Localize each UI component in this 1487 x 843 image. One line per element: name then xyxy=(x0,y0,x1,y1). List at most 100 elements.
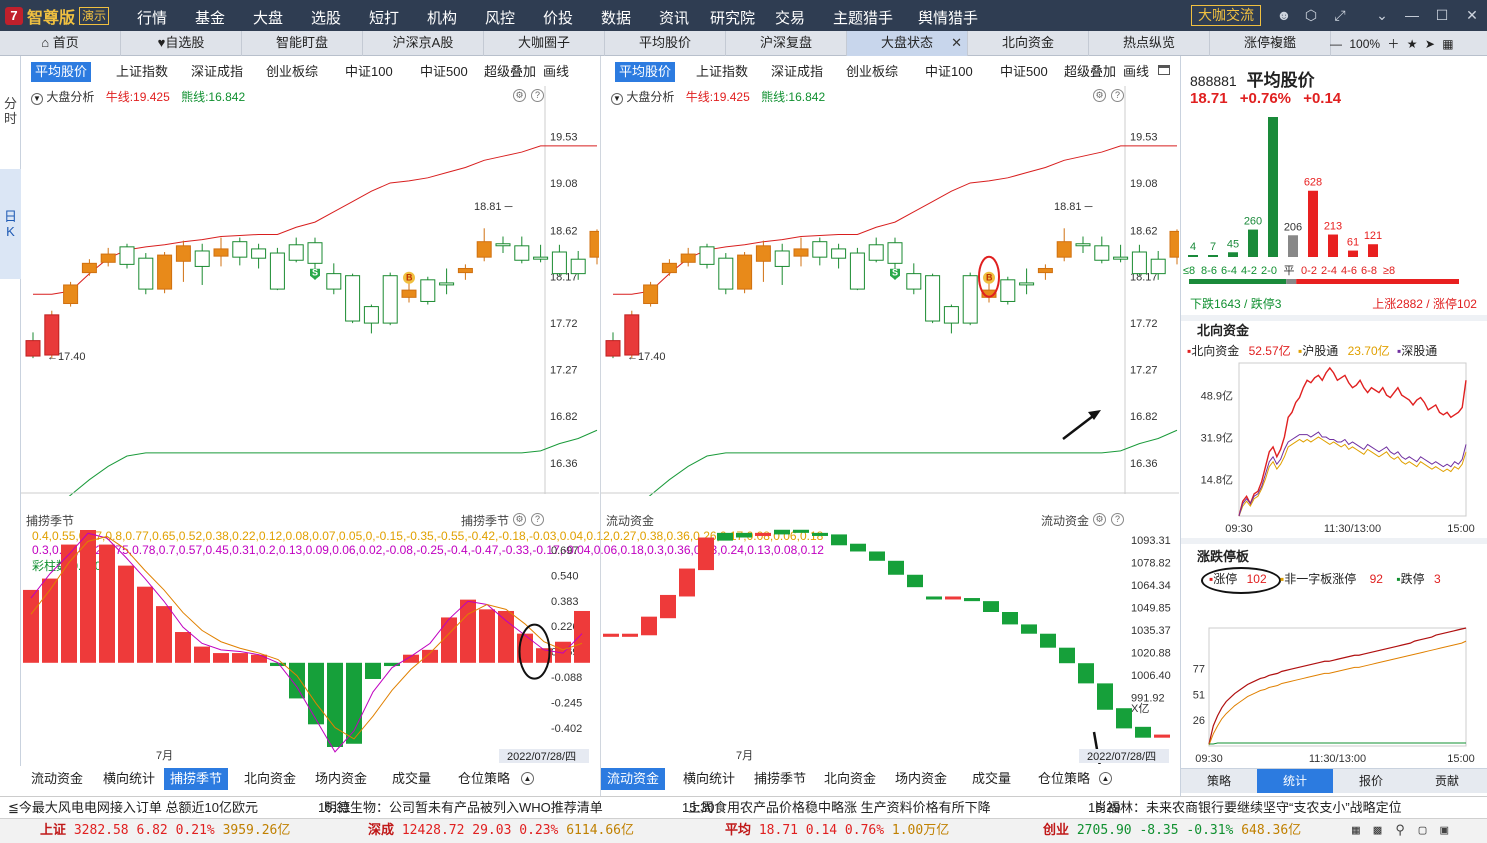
price-tick: 16.82 xyxy=(1130,411,1158,423)
tab-limit-review[interactable]: 涨停複鑑 xyxy=(1210,31,1331,56)
season-bar xyxy=(175,632,191,663)
index-avg[interactable]: 平均 18.71 0.14 0.76% 1.00万亿 xyxy=(725,819,949,843)
shrink-icon[interactable]: ⤢ xyxy=(1332,7,1348,23)
tab-a-shares[interactable]: 沪深京A股 xyxy=(363,31,484,56)
value-tick: 1093.31 xyxy=(1131,535,1171,547)
value-tick: 0.540 xyxy=(551,570,579,582)
btab-floor-funds[interactable]: 场内资金 xyxy=(889,768,953,790)
btab-floor-funds[interactable]: 场内资金 xyxy=(309,768,373,790)
star-icon[interactable]: ★ xyxy=(1407,37,1418,51)
season-bar xyxy=(99,544,115,663)
tab-northbound[interactable]: 北向资金 xyxy=(968,31,1089,56)
candle-body xyxy=(699,246,715,265)
menu-item[interactable]: 选股 xyxy=(311,7,341,28)
zoom-in-icon[interactable]: ＋ xyxy=(1387,37,1399,51)
candle-body xyxy=(589,230,599,258)
search-icon[interactable]: ⚲ xyxy=(1395,823,1405,838)
btab-season[interactable]: 捕捞季节 xyxy=(164,768,229,790)
menu-item[interactable]: 机构 xyxy=(427,7,457,28)
rtab-strategy[interactable]: 策略 xyxy=(1181,769,1257,793)
btab-horizontal[interactable]: 横向统计 xyxy=(677,768,741,790)
index-cyb[interactable]: 创业 2705.90 -8.35 -0.31% 648.36亿 xyxy=(1043,819,1301,843)
tab-home[interactable]: ⌂ 首页 xyxy=(0,31,121,56)
close-icon[interactable]: ✕ xyxy=(1464,7,1480,23)
menu-item[interactable]: 研究院 xyxy=(710,7,755,28)
rtab-contribution[interactable]: 贡献 xyxy=(1409,769,1485,793)
tab-watchlist[interactable]: ♥自选股 xyxy=(121,31,242,56)
btab-northbound[interactable]: 北向资金 xyxy=(818,768,882,790)
btab-volume[interactable]: 成交量 xyxy=(386,768,437,790)
menu-item[interactable]: 风控 xyxy=(485,7,515,28)
rtab-quote[interactable]: 报价 xyxy=(1333,769,1409,793)
menu-item[interactable]: 行情 xyxy=(137,7,167,28)
month-label: 7月 xyxy=(156,750,173,762)
price-tick: 16.36 xyxy=(550,458,578,470)
period-intraday[interactable]: 分时 xyxy=(0,96,21,126)
menu-item[interactable]: 短打 xyxy=(369,7,399,28)
index-sz[interactable]: 深成 12428.72 29.03 0.23% 6114.66亿 xyxy=(368,819,634,843)
layout-icon[interactable]: ▦ xyxy=(1442,37,1453,51)
pin-icon[interactable]: ➤ xyxy=(1425,37,1435,51)
north-title: 北向资金 xyxy=(1197,323,1250,338)
menu-item[interactable]: 大盘 xyxy=(253,7,283,28)
rtab-stats[interactable]: 统计 xyxy=(1257,769,1333,793)
menu-item[interactable]: 价投 xyxy=(543,7,573,28)
menu-item[interactable]: 交易 xyxy=(775,7,805,28)
candle-body xyxy=(962,275,978,324)
flat-share-bar xyxy=(1286,279,1297,284)
btab-volume[interactable]: 成交量 xyxy=(966,768,1017,790)
settings-icon[interactable]: ⬡ xyxy=(1303,7,1319,23)
expand-up-icon[interactable]: ▲ xyxy=(1099,772,1112,785)
sell-signal-label: S xyxy=(312,268,318,278)
btab-northbound[interactable]: 北向资金 xyxy=(238,768,302,790)
liquidity-block xyxy=(774,529,790,535)
lock-icon[interactable]: ▣ xyxy=(1440,823,1448,838)
candle-body xyxy=(680,253,696,263)
tab-review[interactable]: 沪深复盘 xyxy=(726,31,847,56)
tab-market-status[interactable]: 大盘状态 ✕ xyxy=(847,31,968,56)
candle-body xyxy=(906,273,922,290)
btab-horizontal[interactable]: 横向统计 xyxy=(97,768,161,790)
tab-smart-watch[interactable]: 智能盯盘 xyxy=(242,31,363,56)
liquidity-block xyxy=(755,532,771,536)
big-cafe-button[interactable]: 大咖交流 xyxy=(1191,5,1261,26)
menu-item[interactable]: 主题猎手 xyxy=(833,7,893,28)
index-sh[interactable]: 上证 3282.58 6.82 0.21% 3959.26亿 xyxy=(40,819,290,843)
chevron-down-icon[interactable]: ⌄ xyxy=(1374,7,1390,23)
tab-hotspots[interactable]: 热点纵览 xyxy=(1089,31,1210,56)
candle-body xyxy=(1019,282,1035,286)
btab-liquidity[interactable]: 流动资金 xyxy=(601,768,666,790)
liquidity-block xyxy=(698,537,714,571)
menu-item[interactable]: 基金 xyxy=(195,7,225,28)
candle-body xyxy=(831,248,847,259)
time-label: 09:30 xyxy=(1195,753,1223,765)
user-icon[interactable]: ☻ xyxy=(1276,7,1292,23)
menu-item[interactable]: 数据 xyxy=(601,7,631,28)
btab-position[interactable]: 仓位策略 xyxy=(1032,768,1096,790)
btab-liquidity[interactable]: 流动资金 xyxy=(25,768,89,790)
chart-panel-right: 平均股价 上证指数 深证成指 创业板综 中证100 中证500 超级叠加 画线 … xyxy=(600,56,1179,796)
menu-item[interactable]: 资讯 xyxy=(659,7,689,28)
liquidity-block xyxy=(888,560,904,575)
menu-item[interactable]: 舆情猎手 xyxy=(918,7,978,28)
minimize-icon[interactable]: — xyxy=(1404,7,1420,23)
expand-up-icon[interactable]: ▲ xyxy=(521,772,534,785)
tab-avg-price[interactable]: 平均股价 xyxy=(605,31,726,56)
close-tab-icon[interactable]: ✕ xyxy=(951,31,962,55)
calculator-icon[interactable]: ▦ xyxy=(1352,823,1360,838)
screen-icon[interactable]: ▢ xyxy=(1419,823,1427,838)
period-daily[interactable]: 日K xyxy=(0,169,21,279)
candle-body xyxy=(643,284,659,305)
btab-season[interactable]: 捕捞季节 xyxy=(748,768,812,790)
last-price: 18.71 xyxy=(1190,90,1228,107)
liquidity-block xyxy=(812,532,828,536)
grid-icon[interactable]: ▩ xyxy=(1374,823,1382,838)
zoom-out-icon[interactable]: — xyxy=(1330,37,1342,51)
maximize-icon[interactable]: ☐ xyxy=(1434,7,1450,23)
dist-bar xyxy=(1288,235,1298,257)
tab-circle[interactable]: 大咖圈子 xyxy=(484,31,605,56)
liquidity-block xyxy=(1002,612,1018,625)
btab-position[interactable]: 仓位策略 xyxy=(452,768,516,790)
app-logo[interactable]: 7 智尊版 演示 xyxy=(5,6,110,27)
limit-down-line xyxy=(1209,742,1466,745)
